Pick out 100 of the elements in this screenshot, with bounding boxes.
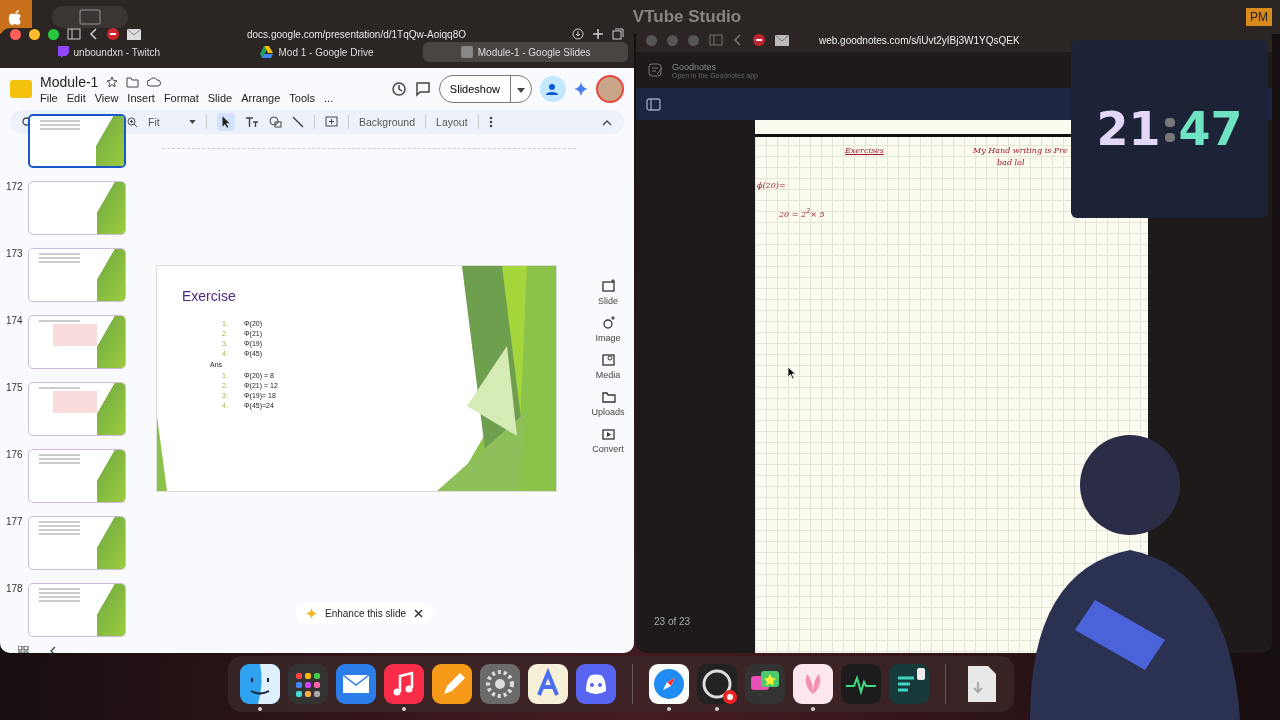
stop-sign-icon[interactable]	[107, 28, 119, 40]
toolbar-button[interactable]: Layout	[436, 116, 468, 128]
envelope-icon[interactable]	[775, 34, 789, 46]
menu-item[interactable]: Arrange	[241, 92, 281, 104]
zoom-icon[interactable]	[127, 116, 138, 128]
document-title[interactable]: Module-1	[40, 74, 99, 90]
maximize-button[interactable]	[48, 28, 59, 40]
close-icon[interactable]	[414, 609, 424, 618]
cloud-icon[interactable]	[147, 77, 162, 87]
side-panel-button[interactable]: Slide	[586, 278, 630, 306]
music-note-icon[interactable]	[384, 664, 424, 704]
side-panel-button[interactable]: Convert	[586, 426, 630, 454]
slideshow-button-group[interactable]: Slideshow	[438, 75, 532, 103]
new-slide-icon	[600, 278, 616, 293]
side-panel-button[interactable]: Media	[586, 352, 630, 380]
comment-icon[interactable]	[414, 81, 431, 97]
collapse-panel-icon[interactable]	[49, 646, 56, 653]
play-box-icon	[600, 426, 616, 441]
clock-hours: 21	[1096, 102, 1161, 156]
new-tab-icon[interactable]	[592, 28, 604, 40]
sidebar-icon[interactable]	[67, 28, 81, 40]
address-bar[interactable]: docs.google.com/presentation/d/1TqQw-Aoiqq8O	[149, 28, 564, 40]
menu-item[interactable]: Format	[163, 92, 199, 104]
menu-bar-clock: PM	[1246, 8, 1272, 26]
slide-thumbnail[interactable]	[28, 181, 126, 235]
slide-thumbnail[interactable]	[28, 583, 126, 637]
pulse-icon[interactable]	[841, 664, 881, 704]
share-button[interactable]	[540, 76, 566, 102]
triangle-logo-icon	[260, 46, 274, 58]
slide-thumbnail[interactable]	[28, 114, 126, 168]
minimize-button[interactable]	[29, 28, 40, 40]
compass-icon[interactable]	[649, 664, 689, 704]
side-panel-button[interactable]: Uploads	[586, 389, 630, 417]
menu-item[interactable]: File	[40, 92, 58, 104]
slide-thumbnail[interactable]	[28, 248, 126, 302]
slide-thumbnail[interactable]	[28, 516, 126, 570]
app-title: VTube Studio	[631, 7, 743, 27]
side-panel-button[interactable]: Image	[586, 315, 630, 343]
more-icon[interactable]	[488, 116, 493, 128]
menu-item[interactable]: ...	[324, 92, 334, 104]
star-icon[interactable]	[106, 76, 119, 88]
image-sparkle-icon	[600, 315, 616, 330]
menu-item[interactable]: Edit	[66, 92, 86, 104]
close-button[interactable]	[10, 28, 21, 40]
folder-icon[interactable]	[126, 76, 140, 88]
slideshow-button[interactable]: Slideshow	[439, 83, 510, 95]
collapse-icon[interactable]	[602, 118, 612, 126]
face-icon[interactable]	[240, 664, 280, 704]
slide-thumbnail[interactable]	[28, 382, 126, 436]
menu-item[interactable]: Slide	[207, 92, 233, 104]
handwritten-note: bad lol	[997, 158, 1025, 167]
slide-number: 174	[6, 315, 22, 328]
handwritten-expression: ϕ(20)=	[757, 181, 786, 190]
envelope-icon[interactable]	[336, 664, 376, 704]
record-icon[interactable]	[697, 664, 737, 704]
add-person-icon	[546, 83, 560, 95]
menu-item[interactable]: Tools	[289, 92, 315, 104]
slide-number: 177	[6, 516, 22, 529]
flower-icon[interactable]	[793, 664, 833, 704]
handwritten-heading: Exercises	[845, 146, 884, 155]
gear-icon[interactable]	[480, 664, 520, 704]
script-icon[interactable]	[889, 664, 929, 704]
grid-view-icon[interactable]	[18, 645, 29, 653]
stop-sign-icon[interactable]	[753, 34, 765, 46]
sidebar-icon[interactable]	[709, 34, 723, 46]
history-icon[interactable]	[390, 81, 407, 97]
download-icon[interactable]	[572, 28, 584, 40]
avatar-circle[interactable]	[596, 75, 624, 103]
browser-tab[interactable]: Module-1 - Google Slides	[423, 42, 628, 62]
line-icon[interactable]	[292, 116, 304, 128]
toolbar-button[interactable]: Background	[359, 116, 416, 128]
text-box-icon[interactable]	[245, 116, 259, 128]
slide-number: 173	[6, 248, 22, 261]
apple-icon[interactable]	[8, 9, 22, 25]
address-bar[interactable]: web.goodnotes.com/s/iUvt2yIBj3W1YQsQEK	[819, 34, 1020, 46]
clock-minutes: 47	[1178, 102, 1243, 156]
enhance-slide-chip[interactable]: Enhance this slide	[296, 603, 434, 624]
sparkle-icon[interactable]	[574, 82, 588, 96]
notebook-pen-icon[interactable]	[648, 62, 664, 78]
slide-thumbnail[interactable]	[28, 449, 126, 503]
cursor-icon[interactable]	[217, 113, 235, 131]
shapes-icon[interactable]	[269, 116, 282, 128]
back-icon[interactable]	[89, 28, 99, 40]
tabs-overview-icon[interactable]	[612, 28, 624, 40]
glitch-logo-icon	[56, 46, 69, 58]
menu-item[interactable]: Insert	[127, 92, 155, 104]
letter-a-icon[interactable]	[528, 664, 568, 704]
sidebar-toggle-icon[interactable]	[646, 97, 661, 111]
app-grid-icon[interactable]	[288, 664, 328, 704]
handwritten-expression: 20 = 2$^{2}$× 5	[779, 207, 825, 219]
menu-item[interactable]: View	[94, 92, 119, 104]
pencil-icon[interactable]	[432, 664, 472, 704]
slide-thumbnail[interactable]	[28, 315, 126, 369]
mouse-pointer-icon	[788, 367, 796, 379]
browser-tab[interactable]: unboundxn - Twitch	[6, 42, 211, 62]
zoom-dropdown[interactable]: Fit	[148, 116, 196, 128]
browser-tab[interactable]: Mod 1 - Google Drive	[214, 42, 420, 62]
envelope-icon[interactable]	[127, 28, 141, 40]
game-controller-icon[interactable]	[576, 664, 616, 704]
add-comment-icon[interactable]	[325, 116, 338, 128]
